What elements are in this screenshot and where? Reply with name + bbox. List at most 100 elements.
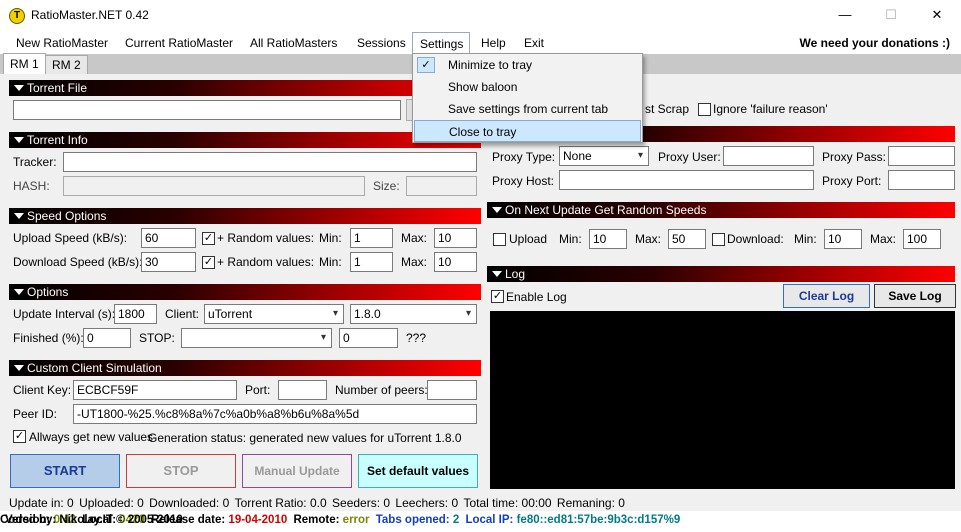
minimize-icon[interactable]: — — [822, 0, 868, 30]
menu-current-ratiomaster[interactable]: Current RatioMaster — [118, 32, 240, 54]
enable-log-checkbox[interactable]: ✓ — [491, 290, 504, 303]
save-log-button[interactable]: Save Log — [874, 284, 956, 308]
peer-id-input[interactable]: -UT1800-%25.%c8%8a%7c%a0b%a8%b6u%8a%5d — [73, 404, 477, 424]
always-new-checkbox[interactable]: ✓ — [13, 430, 26, 443]
start-button[interactable]: START — [10, 454, 120, 488]
upload-speed-input[interactable]: 60 — [141, 228, 196, 248]
options-header: Options — [9, 284, 481, 300]
proxy-user-input[interactable] — [723, 146, 814, 166]
stop-label: STOP: — [139, 331, 175, 345]
menu-close-to-tray[interactable]: Close to tray — [414, 120, 641, 142]
random-download-checkbox[interactable] — [712, 233, 725, 246]
menu-all-ratiomasters[interactable]: All RatioMasters — [243, 32, 344, 54]
client-select[interactable]: uTorrent — [204, 304, 344, 324]
panel-title: Speed Options — [27, 209, 107, 223]
random-up-min-input[interactable]: 10 — [589, 229, 627, 249]
seeders-value: 0 — [383, 496, 391, 510]
client-key-label: Client Key: — [13, 383, 72, 397]
panel-title: Torrent Info — [27, 133, 88, 147]
leechers-value: 0 — [451, 496, 459, 510]
set-defaults-button[interactable]: Set default values — [358, 454, 478, 488]
seeders-label: Seeders: — [332, 496, 381, 510]
menu-exit[interactable]: Exit — [517, 32, 551, 54]
random-upload-label: Upload — [509, 232, 548, 246]
download-max-input[interactable]: 10 — [434, 252, 477, 272]
tab-rm2[interactable]: RM 2 — [45, 55, 88, 74]
upload-max-label: Max: — [401, 231, 428, 245]
collapse-icon[interactable] — [14, 365, 24, 371]
proxy-port-input[interactable] — [888, 170, 955, 190]
custom-client-header: Custom Client Simulation — [9, 360, 481, 376]
remaining-value: 0 — [618, 496, 625, 510]
download-speed-input[interactable]: 30 — [141, 252, 196, 272]
update-in-label: Update in: — [9, 496, 64, 510]
proxy-type-label: Proxy Type: — [492, 150, 556, 164]
client-version-select[interactable]: 1.8.0 — [350, 304, 477, 324]
upload-random-checkbox[interactable]: ✓ — [202, 232, 215, 245]
download-random-checkbox[interactable]: ✓ — [202, 256, 215, 269]
menu-help[interactable]: Help — [474, 32, 513, 54]
proxy-host-input[interactable] — [559, 170, 814, 190]
collapse-icon[interactable] — [14, 85, 24, 91]
update-interval-label: Update Interval (s): — [13, 307, 116, 321]
unknown-label: ??? — [406, 331, 427, 345]
donation-text[interactable]: We need your donations :) — [800, 32, 950, 54]
download-random-label: + Random values: — [217, 255, 315, 269]
ignore-failure-checkbox[interactable] — [698, 103, 711, 116]
finished-input[interactable]: 0 — [83, 328, 131, 348]
stop-type-select[interactable] — [181, 328, 332, 348]
leechers-label: Leechers: — [395, 496, 449, 510]
collapse-icon[interactable] — [14, 289, 24, 295]
log-output[interactable] — [490, 311, 955, 489]
stop-value-input[interactable]: 0 — [339, 328, 398, 348]
settings-dropdown: ✓ Minimize to tray Show baloon Save sett… — [412, 53, 643, 143]
peers-input[interactable] — [427, 380, 477, 400]
port-input[interactable] — [278, 380, 327, 400]
random-down-min-input[interactable]: 10 — [824, 229, 862, 249]
collapse-icon[interactable] — [14, 137, 24, 143]
client-key-input[interactable]: ECBCF59F — [73, 380, 237, 400]
download-min-input[interactable]: 1 — [350, 252, 393, 272]
tracker-input[interactable] — [63, 152, 477, 172]
peer-id-label: Peer ID: — [13, 407, 58, 421]
menu-item-label: Minimize to tray — [448, 58, 533, 72]
enable-log-label: Enable Log — [506, 290, 567, 304]
panel-title: Log — [505, 267, 526, 281]
menu-minimize-to-tray[interactable]: ✓ Minimize to tray — [414, 54, 641, 76]
menu-save-settings[interactable]: Save settings from current tab — [414, 98, 641, 120]
menu-show-baloon[interactable]: Show baloon — [414, 76, 641, 98]
upload-max-input[interactable]: 10 — [434, 228, 477, 248]
torrent-info-header: Torrent Info — [9, 132, 481, 148]
panel-title: Options — [27, 285, 69, 299]
collapse-icon[interactable] — [492, 207, 502, 213]
random-up-max-label: Max: — [635, 232, 662, 246]
close-icon[interactable]: ✕ — [914, 0, 960, 30]
proxy-type-select[interactable]: None — [559, 146, 649, 166]
clear-log-button[interactable]: Clear Log — [783, 284, 870, 308]
menu-new-ratiomaster[interactable]: New RatioMaster — [9, 32, 115, 54]
stop-button[interactable]: STOP — [126, 454, 236, 488]
speed-options-header: Speed Options — [9, 208, 481, 224]
random-down-max-input[interactable]: 100 — [903, 229, 941, 249]
manual-update-button[interactable]: Manual Update — [242, 454, 352, 488]
update-interval-input[interactable]: 1800 — [114, 304, 157, 324]
random-down-min-label: Min: — [794, 232, 817, 246]
hash-input[interactable] — [63, 176, 365, 196]
ratio-label: Torrent Ratio: — [234, 496, 307, 510]
downloaded-label: Downloaded: — [149, 496, 220, 510]
proxy-host-label: Proxy Host: — [492, 174, 555, 188]
random-upload-checkbox[interactable] — [493, 233, 506, 246]
size-input[interactable] — [406, 176, 477, 196]
torrent-file-path[interactable] — [13, 100, 401, 120]
proxy-pass-input[interactable] — [888, 146, 955, 166]
random-up-max-input[interactable]: 50 — [668, 229, 706, 249]
upload-min-input[interactable]: 1 — [350, 228, 393, 248]
uploaded-value: 0 — [137, 496, 144, 510]
maximize-icon[interactable]: ☐ — [868, 0, 914, 30]
collapse-icon[interactable] — [14, 213, 24, 219]
menu-settings[interactable]: Settings — [412, 32, 470, 54]
credits: Coded by: Nikolay.IT © 2005-2010 — [0, 514, 183, 526]
menu-sessions[interactable]: Sessions — [350, 32, 413, 54]
tab-rm1[interactable]: RM 1 — [3, 53, 46, 74]
collapse-icon[interactable] — [492, 271, 502, 277]
